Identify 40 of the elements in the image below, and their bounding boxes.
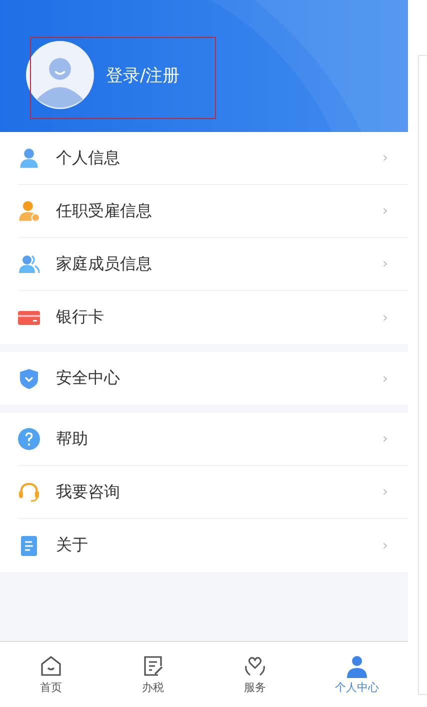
menu-item[interactable]: 关于 ›: [18, 519, 408, 572]
menu-item[interactable]: 银行卡 ›: [18, 291, 408, 344]
person-badge-icon: [18, 200, 40, 222]
tab[interactable]: 服务: [204, 642, 306, 707]
avatar-icon[interactable]: [26, 41, 94, 109]
chevron-icon: ›: [382, 431, 388, 447]
question-icon: [18, 428, 40, 450]
document-icon: [18, 534, 40, 556]
chevron-icon: ›: [382, 310, 388, 326]
chevron-icon: ›: [382, 203, 388, 219]
chevron-icon: ›: [382, 256, 388, 272]
chevron-icon: ›: [382, 484, 388, 500]
chevron-icon: ›: [382, 150, 388, 166]
menu-label: 家庭成员信息: [56, 254, 153, 274]
tab[interactable]: 首页: [0, 642, 102, 707]
tab[interactable]: 办税: [102, 642, 204, 707]
headset-icon: [18, 481, 40, 503]
menu-item[interactable]: 帮助 ›: [18, 413, 408, 466]
login-register-link[interactable]: 登录/注册: [106, 64, 180, 86]
home-icon: [39, 654, 63, 678]
chevron-icon: ›: [382, 538, 388, 554]
menu-label: 关于: [56, 535, 89, 556]
menu-label: 任职受雇信息: [56, 200, 153, 222]
person-icon: [18, 147, 40, 169]
person-icon: [345, 654, 369, 678]
tab[interactable]: 个人中心: [306, 642, 408, 707]
menu-item[interactable]: 我要咨询 ›: [18, 466, 408, 519]
edit-document-icon: [141, 654, 165, 678]
menu-label: 个人信息: [56, 148, 121, 168]
menu-label: 帮助: [56, 428, 89, 450]
menu-label: 安全中心: [56, 368, 121, 389]
heart-hands-icon: [243, 654, 267, 678]
menu-label: 银行卡: [56, 307, 105, 328]
shield-icon: [18, 368, 40, 390]
people-icon: [18, 253, 40, 275]
menu-item[interactable]: 家庭成员信息 ›: [18, 238, 408, 291]
menu-label: 我要咨询: [56, 482, 121, 502]
menu-item[interactable]: 个人信息 ›: [18, 132, 408, 185]
chevron-icon: ›: [382, 370, 388, 386]
menu-item[interactable]: 任职受雇信息 ›: [18, 185, 408, 238]
